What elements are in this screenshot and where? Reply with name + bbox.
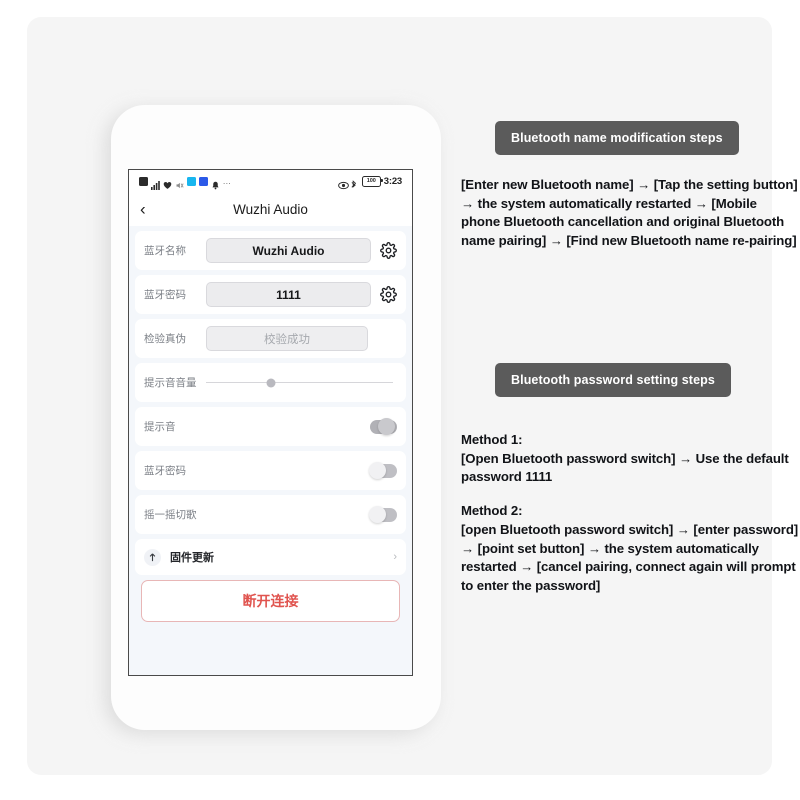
instructions-block-password: Bluetooth password setting steps Method … (461, 363, 800, 596)
verify-button[interactable]: 校验成功 (206, 326, 368, 351)
nav-bar: ‹ Wuzhi Audio (129, 192, 412, 226)
status-bar: ... 100 3:23 (129, 170, 412, 192)
page-title: Wuzhi Audio (233, 201, 308, 217)
disconnect-button[interactable]: 断开连接 (141, 580, 400, 622)
status-bar-right-icons: 100 3:23 (337, 175, 402, 189)
row-tone-volume: 提示音音量 (135, 363, 406, 402)
toggle-knob (378, 418, 395, 435)
bell-icon (211, 177, 220, 189)
row-verify-authenticity: 检验真伪 校验成功 (135, 319, 406, 358)
row-firmware-update[interactable]: 固件更新 › (135, 539, 406, 575)
row-bluetooth-password: 蓝牙密码 1111 (135, 275, 406, 314)
eye-icon (337, 177, 349, 189)
settings-list: 蓝牙名称 Wuzhi Audio 蓝牙密码 1111 检验真伪 校验成功 提示音… (129, 226, 412, 622)
phone-screen: ... 100 3:23 ‹ Wuzhi Audio 蓝牙名称 Wuzhi Au… (128, 169, 413, 676)
badge-name-steps: Bluetooth name modification steps (495, 121, 739, 155)
status-bar-left-icons: ... (139, 176, 232, 190)
row-label: 检验真伪 (144, 333, 186, 345)
status-overflow: ... (223, 176, 232, 186)
tone-toggle[interactable] (370, 418, 397, 435)
firmware-update-label: 固件更新 (170, 551, 214, 564)
bluetooth-icon (350, 177, 359, 188)
heart-icon (163, 177, 172, 189)
signal-icon (151, 177, 160, 190)
mute-icon (175, 177, 184, 188)
row-label: 蓝牙名称 (144, 245, 186, 257)
volume-slider[interactable] (206, 378, 397, 387)
row-shake-to-switch-song: 摇一摇切歌 (135, 495, 406, 534)
slider-track (206, 378, 393, 387)
back-button[interactable]: ‹ (140, 201, 146, 218)
password-toggle[interactable] (369, 462, 397, 479)
row-bluetooth-name: 蓝牙名称 Wuzhi Audio (135, 231, 406, 270)
name-steps-text: [Enter new Bluetooth name] → [Tap the se… (461, 177, 798, 249)
row-label: 蓝牙密码 (144, 289, 186, 301)
method2-title: Method 2: (461, 503, 523, 519)
gear-icon[interactable] (380, 242, 397, 259)
bluetooth-name-input[interactable]: Wuzhi Audio (206, 238, 371, 263)
row-label: 提示音 (144, 421, 176, 433)
upload-arrow-icon (144, 548, 161, 566)
row-label: 摇一摇切歌 (144, 509, 197, 521)
chevron-right-icon: › (393, 551, 397, 563)
badge-wrap: Bluetooth name modification steps (461, 121, 799, 155)
shake-toggle[interactable] (369, 506, 397, 523)
message-icon (139, 176, 148, 186)
app-blue-icon (199, 176, 208, 186)
row-password-switch: 蓝牙密码 (135, 451, 406, 490)
method2-text: [open Bluetooth password switch] → [ente… (461, 521, 799, 594)
row-tone: 提示音 (135, 407, 406, 446)
instructions-block-name: Bluetooth name modification steps [Enter… (461, 121, 799, 251)
row-label: 提示音音量 (144, 377, 197, 389)
battery-icon: 100 (361, 175, 383, 187)
app-cyan-icon (187, 176, 196, 186)
status-time: 3:23 (383, 175, 402, 187)
toggle-knob (369, 462, 386, 479)
gear-icon[interactable] (380, 286, 397, 303)
method1-text: [Open Bluetooth password switch] → Use t… (461, 450, 789, 485)
method1-title: Method 1: (461, 432, 523, 447)
badge-password-steps: Bluetooth password setting steps (495, 363, 731, 397)
row-label: 蓝牙密码 (144, 465, 186, 477)
slider-thumb[interactable] (266, 378, 276, 387)
page-card: ... 100 3:23 ‹ Wuzhi Audio 蓝牙名称 Wuzhi Au… (27, 17, 798, 775)
badge-wrap: Bluetooth password setting steps (461, 363, 800, 397)
bluetooth-password-input[interactable]: 1111 (206, 282, 371, 307)
toggle-knob (369, 506, 386, 523)
